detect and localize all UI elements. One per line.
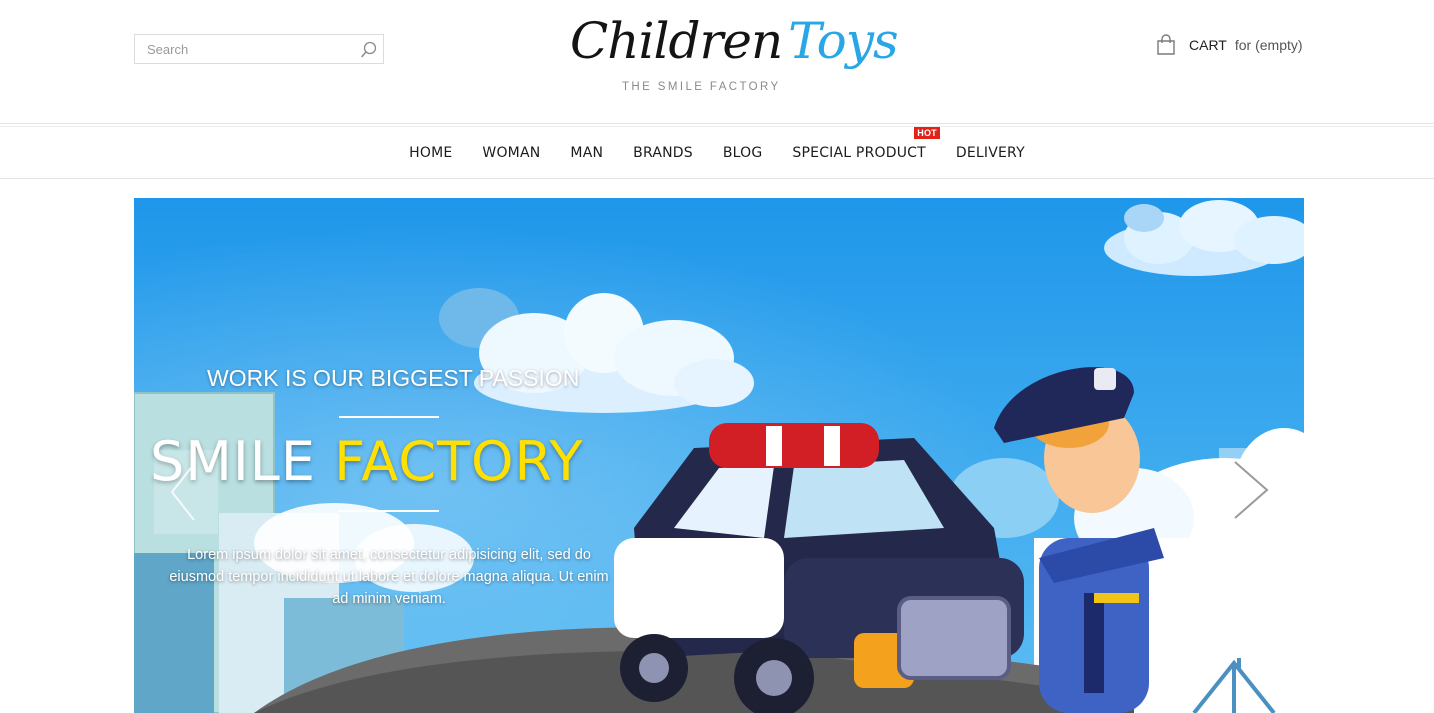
slider-subtitle: WORK IS OUR BIGGEST PASSION bbox=[207, 365, 580, 391]
shopping-bag-icon bbox=[1156, 34, 1176, 56]
cart-link[interactable]: CART for (empty) bbox=[1156, 32, 1303, 58]
nav-list: HOME WOMAN MAN BRANDS BLOG SPECIAL PRODU… bbox=[0, 126, 1434, 178]
nav-item-delivery[interactable]: DELIVERY bbox=[956, 145, 1025, 161]
hero-slider: WORK IS OUR BIGGEST PASSION SMILE FACTOR… bbox=[134, 198, 1304, 713]
slider-text: Lorem ipsum dolor sit amet, consectetur … bbox=[169, 547, 609, 607]
nav-item-blog[interactable]: BLOG bbox=[723, 145, 763, 161]
cart-label: CART bbox=[1189, 37, 1227, 53]
logo-word-toys: Toys bbox=[788, 12, 898, 70]
search-input[interactable] bbox=[135, 35, 357, 63]
nav-item-special-product[interactable]: SPECIAL PRODUCT HOT bbox=[792, 126, 940, 161]
nav-item-woman[interactable]: WOMAN bbox=[482, 145, 540, 161]
logo-title: Children Toys bbox=[570, 12, 899, 70]
site-logo[interactable]: Children Toys THE SMILE FACTORY bbox=[560, 12, 899, 102]
main-nav: HOME WOMAN MAN BRANDS BLOG SPECIAL PRODU… bbox=[0, 126, 1434, 179]
nav-item-home[interactable]: HOME bbox=[409, 145, 452, 161]
chevron-left-icon bbox=[170, 463, 195, 521]
logo-word-children: Children bbox=[570, 12, 783, 70]
logo-tagline: THE SMILE FACTORY bbox=[622, 81, 781, 93]
nav-item-man[interactable]: MAN bbox=[570, 145, 603, 161]
caption-divider-bottom bbox=[339, 510, 439, 512]
search-form bbox=[134, 34, 384, 64]
nav-item-brands[interactable]: BRANDS bbox=[633, 145, 693, 161]
caption-divider-top bbox=[339, 416, 439, 418]
slider-prev-button[interactable] bbox=[154, 450, 218, 534]
cart-status: for (empty) bbox=[1234, 37, 1303, 53]
slider-next-button[interactable] bbox=[1219, 448, 1283, 532]
chevron-right-icon bbox=[1234, 461, 1269, 519]
search-icon[interactable] bbox=[359, 40, 379, 60]
site-header: ChildrenToys THE SMILE FACTORY CART for … bbox=[0, 0, 1434, 124]
nav-item-special-product-label: SPECIAL PRODUCT bbox=[792, 144, 926, 161]
slider-title-part2: FACTORY bbox=[334, 430, 584, 493]
hot-badge: HOT bbox=[914, 126, 940, 139]
